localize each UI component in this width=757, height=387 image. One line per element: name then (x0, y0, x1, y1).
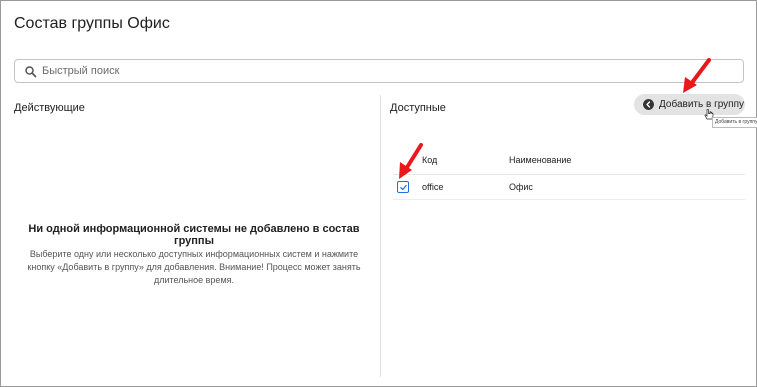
empty-desc-line: длительное время. (153, 275, 235, 285)
header-divider (393, 174, 745, 175)
active-section-title: Действующие (14, 102, 85, 114)
column-header-name[interactable]: Наименование (509, 155, 571, 165)
search-input[interactable] (42, 62, 722, 80)
checkmark-icon (399, 184, 407, 190)
row-code-cell: office (422, 182, 444, 192)
annotation-arrow-checkbox (399, 143, 423, 179)
row-name-cell: Офис (509, 182, 533, 192)
available-section-title: Доступные (390, 102, 446, 114)
panel-divider (380, 95, 381, 377)
search-icon (25, 66, 37, 78)
row-checkbox[interactable] (397, 181, 409, 193)
add-to-group-label: Добавить в группу (659, 99, 744, 110)
annotation-arrow-button (683, 58, 711, 93)
empty-state-title: Ни одной информационной системы не добав… (28, 223, 360, 247)
empty-desc-line: кнопку «Добавить в группу» для добавлени… (27, 262, 361, 272)
empty-state-description: Выберите одну или несколько доступных ин… (14, 248, 374, 287)
circle-arrow-left-icon (643, 99, 654, 110)
add-to-group-button[interactable]: Добавить в группу (634, 94, 745, 115)
window-frame: Состав группы Офис Действующие Ни одной … (0, 0, 757, 387)
search-box[interactable] (14, 59, 744, 83)
page-title: Состав группы Офис (14, 15, 170, 32)
row-divider (393, 199, 745, 200)
empty-desc-line: Выберите одну или несколько доступных ин… (29, 249, 359, 259)
add-button-tooltip: Добавить в группу (712, 117, 757, 128)
